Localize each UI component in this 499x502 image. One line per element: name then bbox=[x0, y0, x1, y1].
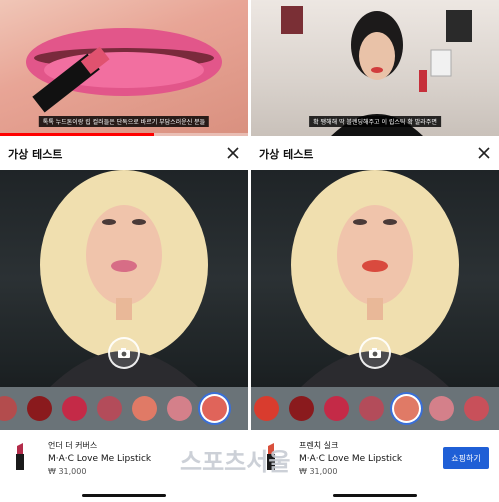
home-indicator bbox=[333, 494, 417, 497]
close-button[interactable] bbox=[475, 144, 493, 162]
product-price: ₩ 31,000 bbox=[48, 467, 87, 476]
camera-icon bbox=[118, 348, 130, 358]
color-swatch[interactable] bbox=[27, 396, 52, 421]
color-swatch[interactable] bbox=[394, 396, 419, 421]
close-icon bbox=[227, 147, 239, 159]
tryon-header: 가상 테스트 bbox=[251, 136, 499, 170]
color-swatch[interactable] bbox=[0, 396, 17, 421]
product-text: 언더 더 커버스 M·A·C Love Me Lipstick ₩ 31,000 bbox=[48, 440, 151, 476]
video-player[interactable]: 톡톡 누드톤이랑 립 컬러들은 단독으로 바르기 부담스러운신 분들 bbox=[0, 0, 248, 136]
product-info: 프렌치 실크 M·A·C Love Me Lipstick ₩ 31,000 쇼… bbox=[251, 430, 499, 486]
camera-icon bbox=[369, 348, 381, 358]
color-swatch[interactable] bbox=[254, 396, 279, 421]
product-brand: M·A·C Love Me Lipstick bbox=[299, 454, 403, 464]
camera-preview bbox=[0, 170, 248, 387]
product-price: ₩ 31,000 bbox=[299, 467, 338, 476]
color-swatch[interactable] bbox=[132, 396, 157, 421]
camera-preview bbox=[251, 170, 499, 387]
capture-button[interactable] bbox=[108, 337, 140, 369]
tryon-header: 가상 테스트 bbox=[0, 136, 248, 170]
close-button[interactable] bbox=[224, 144, 242, 162]
lipstick-swatch-carousel[interactable] bbox=[251, 387, 499, 430]
video-caption: 톡톡 누드톤이랑 립 컬러들은 단독으로 바르기 부담스러운신 분들 bbox=[38, 116, 210, 127]
left-panel: 톡톡 누드톤이랑 립 컬러들은 단독으로 바르기 부담스러운신 분들 가상 테스… bbox=[0, 0, 248, 502]
color-swatch[interactable] bbox=[289, 396, 314, 421]
product-name: 프렌치 실크 bbox=[299, 441, 339, 450]
product-brand: M·A·C Love Me Lipstick bbox=[48, 454, 152, 464]
lipstick-swatch-carousel[interactable] bbox=[0, 387, 248, 430]
color-swatch[interactable] bbox=[429, 396, 454, 421]
tryon-title: 가상 테스트 bbox=[259, 148, 314, 161]
color-swatch[interactable] bbox=[202, 396, 227, 421]
video-player[interactable]: 확 쨍해해 딱 블렌딩해주고 이 립스틱 확 발라주면 bbox=[251, 0, 499, 136]
product-name: 언더 더 커버스 bbox=[48, 441, 98, 450]
capture-button[interactable] bbox=[359, 337, 391, 369]
color-swatch[interactable] bbox=[62, 396, 87, 421]
close-icon bbox=[478, 147, 490, 159]
product-text: 프렌치 실크 M·A·C Love Me Lipstick ₩ 31,000 bbox=[299, 440, 402, 476]
home-indicator bbox=[82, 494, 166, 497]
video-caption: 확 쨍해해 딱 블렌딩해주고 이 립스틱 확 발라주면 bbox=[309, 116, 441, 127]
shop-button[interactable]: 쇼핑하기 bbox=[443, 447, 489, 469]
color-swatch[interactable] bbox=[167, 396, 192, 421]
tryon-title: 가상 테스트 bbox=[8, 148, 63, 161]
right-panel: 확 쨍해해 딱 블렌딩해주고 이 립스틱 확 발라주면 가상 테스트 프렌치 실… bbox=[251, 0, 499, 502]
color-swatch[interactable] bbox=[464, 396, 489, 421]
lipstick-icon bbox=[267, 443, 275, 470]
lipstick-icon bbox=[16, 443, 24, 470]
product-info: 언더 더 커버스 M·A·C Love Me Lipstick ₩ 31,000 bbox=[0, 430, 248, 486]
color-swatch[interactable] bbox=[359, 396, 384, 421]
color-swatch[interactable] bbox=[97, 396, 122, 421]
color-swatch[interactable] bbox=[324, 396, 349, 421]
